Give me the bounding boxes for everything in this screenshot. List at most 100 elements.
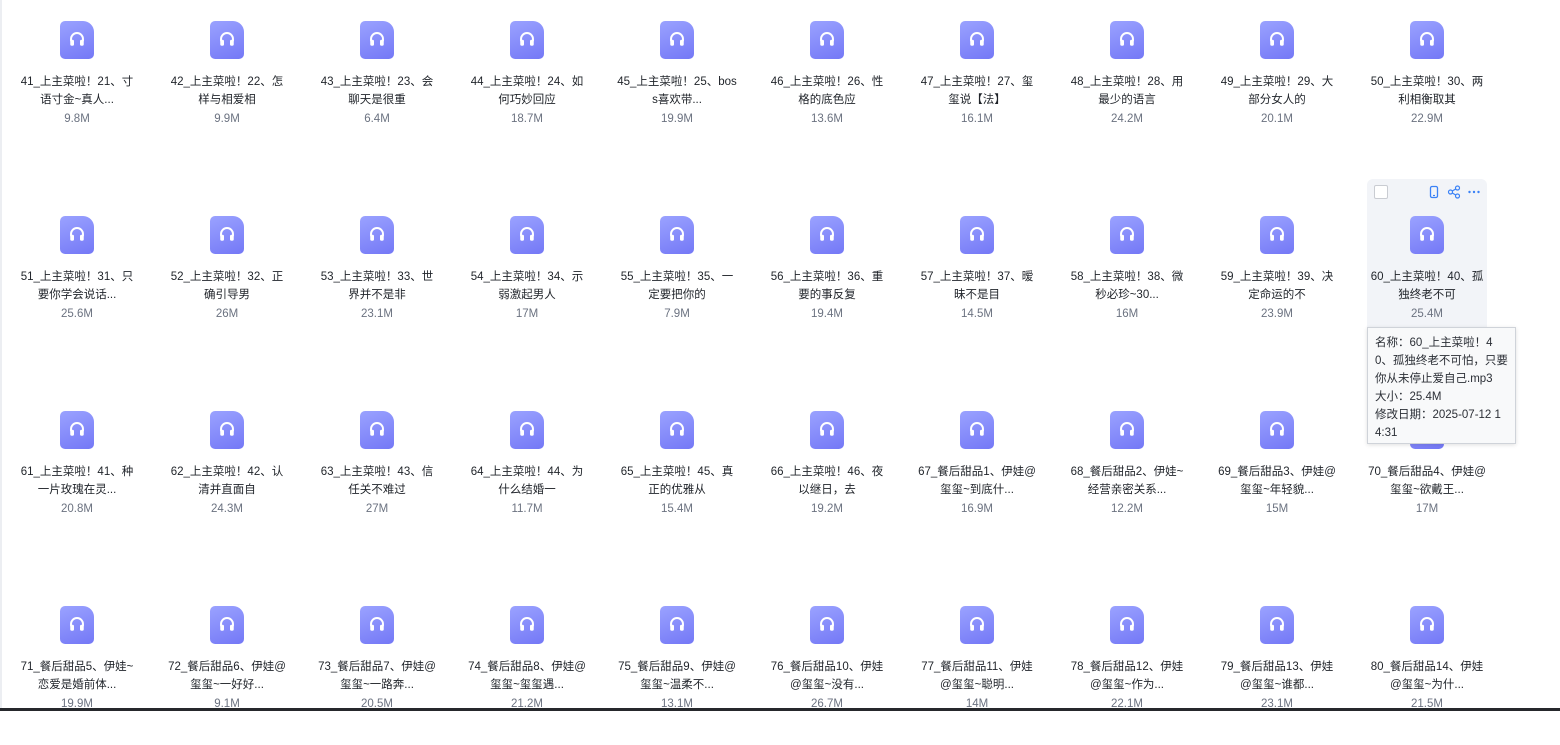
- headphones-icon: [360, 216, 394, 254]
- file-size: 24.3M: [211, 503, 243, 515]
- file-name: 76_餐后甜品10、伊娃@玺玺~没有...: [770, 661, 884, 691]
- file-item[interactable]: 52_上主菜啦！32、正确引导男 26M: [167, 195, 287, 355]
- file-size: 25.6M: [61, 308, 93, 320]
- file-name: 65_上主菜啦！45、真正的优雅从: [620, 466, 734, 496]
- file-item[interactable]: 45_上主菜啦！25、boss喜欢带... 19.9M: [617, 0, 737, 160]
- file-size: 9.9M: [214, 113, 240, 125]
- file-name: 79_餐后甜品13、伊娃@玺玺~谁都...: [1220, 661, 1334, 691]
- file-name: 64_上主菜啦！44、为什么结婚一: [470, 466, 584, 496]
- file-item[interactable]: 79_餐后甜品13、伊娃@玺玺~谁都... 23.1M: [1217, 585, 1337, 745]
- file-item[interactable]: 57_上主菜啦！37、暧昧不是目 14.5M: [917, 195, 1037, 355]
- file-name: 50_上主菜啦！30、两利相衡取其: [1370, 76, 1484, 106]
- file-name: 48_上主菜啦！28、用最少的语言: [1070, 76, 1184, 106]
- file-name: 69_餐后甜品3、伊娃@玺玺~年轻貌...: [1218, 466, 1336, 496]
- file-item[interactable]: 59_上主菜啦！39、决定命运的不 23.9M: [1217, 195, 1337, 355]
- headphones-icon: [210, 21, 244, 59]
- file-item[interactable]: 73_餐后甜品7、伊娃@玺玺~一路奔... 20.5M: [317, 585, 437, 745]
- file-item[interactable]: 77_餐后甜品11、伊娃@玺玺~聪明... 14M: [917, 585, 1037, 745]
- tooltip-date: 修改日期：2025-07-12 14:31: [1375, 409, 1501, 439]
- file-name: 45_上主菜啦！25、boss喜欢带...: [617, 76, 737, 106]
- file-item[interactable]: 46_上主菜啦！26、性格的底色应 13.6M: [767, 0, 887, 160]
- headphones-icon: [1260, 216, 1294, 254]
- more-icon[interactable]: [1467, 185, 1481, 199]
- headphones-icon: [510, 411, 544, 449]
- headphones-icon: [210, 216, 244, 254]
- headphones-icon: [360, 606, 394, 644]
- file-item[interactable]: 74_餐后甜品8、伊娃@玺玺~玺玺遇... 21.2M: [467, 585, 587, 745]
- file-name: 46_上主菜啦！26、性格的底色应: [770, 76, 884, 106]
- file-name: 66_上主菜啦！46、夜以继日，去: [770, 466, 884, 496]
- file-name: 58_上主菜啦！38、微秒必珍~30...: [1070, 271, 1184, 301]
- tooltip-size: 大小：25.4M: [1375, 391, 1442, 403]
- hover-actions: [1427, 185, 1481, 199]
- file-item[interactable]: 49_上主菜啦！29、大部分女人的 20.1M: [1217, 0, 1337, 160]
- file-item[interactable]: 43_上主菜啦！23、会聊天是很重 6.4M: [317, 0, 437, 160]
- file-tooltip: 名称：60_上主菜啦！40、孤独终老不可怕，只要你从未停止爱自己.mp3 大小：…: [1367, 327, 1516, 444]
- file-name: 56_上主菜啦！36、重要的事反复: [770, 271, 884, 301]
- file-item[interactable]: 78_餐后甜品12、伊娃@玺玺~作为... 22.1M: [1067, 585, 1187, 745]
- headphones-icon: [60, 411, 94, 449]
- headphones-icon: [1260, 21, 1294, 59]
- file-item[interactable]: 75_餐后甜品9、伊娃@玺玺~温柔不... 13.1M: [617, 585, 737, 745]
- headphones-icon: [1410, 216, 1444, 254]
- file-item[interactable]: 54_上主菜啦！34、示弱激起男人 17M: [467, 195, 587, 355]
- share-icon[interactable]: [1447, 185, 1461, 199]
- file-item[interactable]: 61_上主菜啦！41、种一片玫瑰在灵... 20.8M: [17, 390, 137, 550]
- file-name: 43_上主菜啦！23、会聊天是很重: [320, 76, 434, 106]
- file-name: 55_上主菜啦！35、一定要把你的: [620, 271, 734, 301]
- file-size: 27M: [365, 503, 389, 515]
- left-divider: [0, 0, 2, 711]
- file-item[interactable]: 50_上主菜啦！30、两利相衡取其 22.9M: [1367, 0, 1487, 160]
- file-size: 13.6M: [811, 113, 843, 125]
- headphones-icon: [1260, 606, 1294, 644]
- file-item[interactable]: 56_上主菜啦！36、重要的事反复 19.4M: [767, 195, 887, 355]
- file-item[interactable]: 76_餐后甜品10、伊娃@玺玺~没有... 26.7M: [767, 585, 887, 745]
- file-item[interactable]: 48_上主菜啦！28、用最少的语言 24.2M: [1067, 0, 1187, 160]
- file-item[interactable]: 72_餐后甜品6、伊娃@玺玺~一好好... 9.1M: [167, 585, 287, 745]
- file-item[interactable]: 47_上主菜啦！27、玺玺说【法】 16.1M: [917, 0, 1037, 160]
- headphones-icon: [810, 216, 844, 254]
- file-size: 26M: [215, 308, 239, 320]
- file-item[interactable]: 58_上主菜啦！38、微秒必珍~30... 16M: [1067, 195, 1187, 355]
- file-item[interactable]: 65_上主菜啦！45、真正的优雅从 15.4M: [617, 390, 737, 550]
- file-item[interactable]: 53_上主菜啦！33、世界并不是非 23.1M: [317, 195, 437, 355]
- file-item[interactable]: 69_餐后甜品3、伊娃@玺玺~年轻貌... 15M: [1217, 390, 1337, 550]
- file-item[interactable]: 67_餐后甜品1、伊娃@玺玺~到底什... 16.9M: [917, 390, 1037, 550]
- file-size: 20.8M: [61, 503, 93, 515]
- phone-icon[interactable]: [1427, 185, 1441, 199]
- select-checkbox[interactable]: [1374, 185, 1388, 199]
- file-item[interactable]: 71_餐后甜品5、伊娃~恋爱是婚前体... 19.9M: [17, 585, 137, 745]
- file-size: 19.2M: [811, 503, 843, 515]
- headphones-icon: [660, 21, 694, 59]
- file-name: 49_上主菜啦！29、大部分女人的: [1220, 76, 1334, 106]
- file-size: 16.9M: [961, 503, 993, 515]
- file-name: 54_上主菜啦！34、示弱激起男人: [470, 271, 584, 301]
- file-item[interactable]: 62_上主菜啦！42、认清并直面自 24.3M: [167, 390, 287, 550]
- headphones-icon: [960, 411, 994, 449]
- file-item[interactable]: 66_上主菜啦！46、夜以继日，去 19.2M: [767, 390, 887, 550]
- file-item[interactable]: 41_上主菜啦！21、寸语寸金~真人... 9.8M: [17, 0, 137, 160]
- file-item[interactable]: 64_上主菜啦！44、为什么结婚一 11.7M: [467, 390, 587, 550]
- file-name: 44_上主菜啦！24、如何巧妙回应: [470, 76, 584, 106]
- file-item[interactable]: 44_上主菜啦！24、如何巧妙回应 18.7M: [467, 0, 587, 160]
- file-name: 68_餐后甜品2、伊娃~经营亲密关系...: [1070, 466, 1184, 496]
- file-size: 14.5M: [961, 308, 993, 320]
- file-item[interactable]: 80_餐后甜品14、伊娃@玺玺~为什... 21.5M: [1367, 585, 1487, 745]
- file-size: 22.9M: [1411, 113, 1443, 125]
- file-item[interactable]: 55_上主菜啦！35、一定要把你的 7.9M: [617, 195, 737, 355]
- headphones-icon: [960, 606, 994, 644]
- file-item[interactable]: 51_上主菜啦！31、只要你学会说话... 25.6M: [17, 195, 137, 355]
- headphones-icon: [360, 21, 394, 59]
- file-size: 16M: [1115, 308, 1139, 320]
- file-item[interactable]: 63_上主菜啦！43、信任关不难过 27M: [317, 390, 437, 550]
- file-size: 15M: [1265, 503, 1289, 515]
- headphones-icon: [660, 606, 694, 644]
- headphones-icon: [360, 411, 394, 449]
- headphones-icon: [60, 606, 94, 644]
- file-size: 19.4M: [811, 308, 843, 320]
- file-item[interactable]: 68_餐后甜品2、伊娃~经营亲密关系... 12.2M: [1067, 390, 1187, 550]
- file-item[interactable]: 60_上主菜啦！40、孤独终老不可 25.4M: [1367, 179, 1487, 339]
- file-name: 75_餐后甜品9、伊娃@玺玺~温柔不...: [618, 661, 736, 691]
- headphones-icon: [810, 411, 844, 449]
- file-item[interactable]: 42_上主菜啦！22、怎样与相爱相 9.9M: [167, 0, 287, 160]
